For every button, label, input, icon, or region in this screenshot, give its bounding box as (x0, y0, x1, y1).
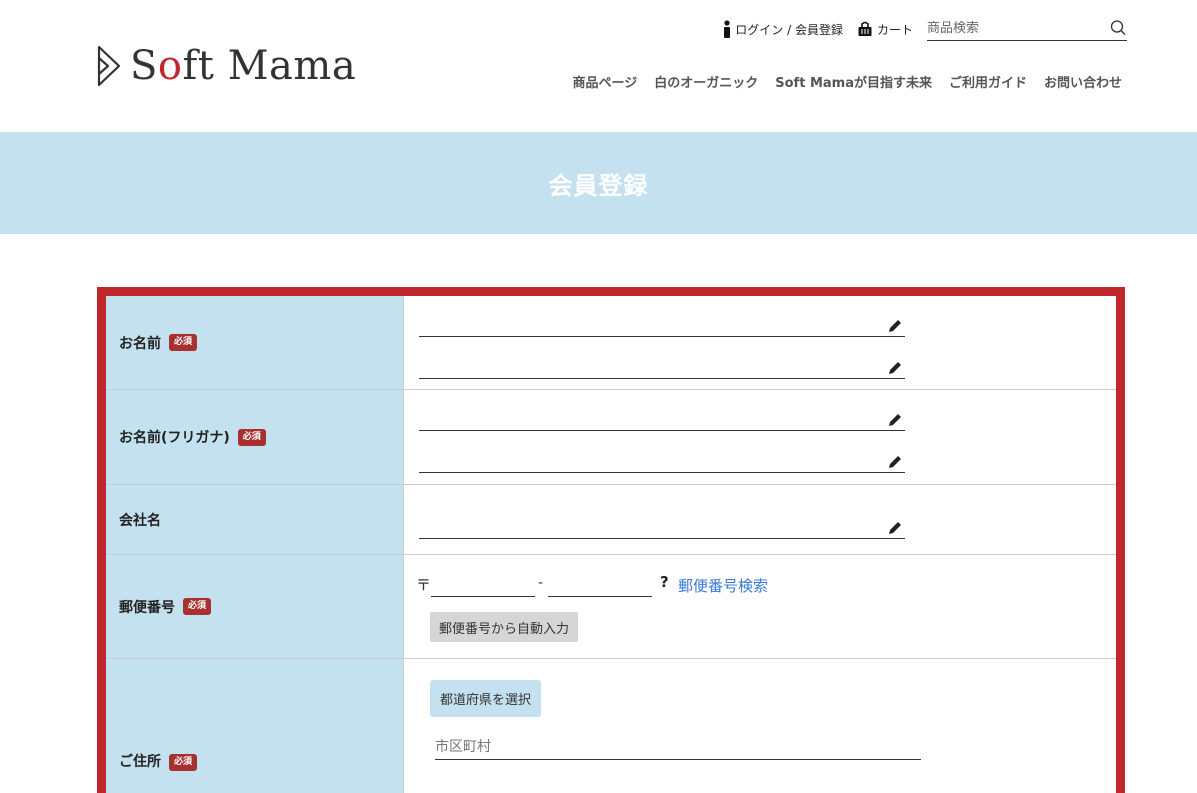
pencil-icon (889, 522, 901, 534)
form-row-address: ご住所 必須 都道府県を選択 (106, 659, 1116, 793)
cart-link[interactable]: カート (857, 21, 913, 38)
nav-item-organic[interactable]: 白のオーガニック (654, 72, 758, 91)
zip-first-wrap (431, 575, 535, 597)
nav-item-guide[interactable]: ご利用ガイド (949, 72, 1027, 91)
zip-first-input[interactable] (431, 575, 535, 595)
zip-search-link[interactable]: 郵便番号検索 (678, 575, 768, 596)
cart-label: カート (876, 22, 913, 37)
pencil-icon (889, 320, 901, 332)
company-field-wrap (419, 517, 905, 539)
zip-second-wrap (548, 575, 652, 597)
row-field (404, 296, 1116, 389)
form-row-name: お名前 必須 (106, 296, 1116, 390)
pencil-icon (889, 456, 901, 468)
zip-dash: - (538, 575, 544, 591)
row-field: 〒 - ? 郵便番号検索 郵便番号から自動入力 (404, 555, 1116, 658)
login-register-link[interactable]: ログイン / 会員登録 (723, 20, 843, 38)
logo-mark-icon (97, 45, 121, 87)
row-label: ご住所 必須 (106, 659, 404, 793)
city-input[interactable] (435, 736, 921, 758)
form-row-company: 会社名 (106, 485, 1116, 555)
company-input[interactable] (419, 518, 879, 538)
utility-bar: ログイン / 会員登録 カート (723, 16, 1127, 42)
required-badge: 必須 (183, 598, 212, 615)
prefecture-select-button[interactable]: 都道府県を選択 (430, 680, 542, 717)
page-banner: 会員登録 (0, 132, 1197, 234)
first-name-field-wrap (419, 357, 905, 379)
zip-second-input[interactable] (548, 575, 652, 595)
nav-item-contact[interactable]: お問い合わせ (1044, 72, 1122, 91)
pencil-icon (889, 414, 901, 426)
search-icon[interactable] (1109, 19, 1127, 37)
global-nav: 商品ページ 白のオーガニック Soft Mamaが目指す未来 ご利用ガイド お問… (555, 72, 1122, 91)
form-row-zip: 郵便番号 必須 〒 - ? 郵便番号検索 郵便番号から自動入力 (106, 555, 1116, 659)
registration-form: お名前 必須 お名前(フリガナ) 必須 会社名 郵便番号 必須 〒 - ? 郵便… (97, 287, 1125, 793)
site-header: Soft Mama ログイン / 会員登録 カート 商品検索 商品ページ 白のオ… (0, 0, 1197, 132)
row-label: 会社名 (106, 485, 404, 554)
last-kana-input[interactable] (419, 410, 879, 430)
postal-mark: 〒 (416, 576, 432, 594)
last-name-field-wrap (419, 315, 905, 337)
zip-autofill-button[interactable]: 郵便番号から自動入力 (430, 612, 579, 642)
search-box (927, 17, 1127, 41)
address-label: ご住所 (119, 754, 161, 770)
first-name-input[interactable] (419, 358, 879, 378)
row-field: 都道府県を選択 (404, 659, 1116, 793)
row-label: お名前(フリガナ) 必須 (106, 390, 404, 484)
nav-item-future[interactable]: Soft Mamaが目指す未来 (775, 72, 932, 91)
login-register-label: ログイン / 会員登録 (735, 22, 843, 37)
person-icon (724, 20, 731, 38)
logo-text: Soft Mama (130, 43, 357, 89)
required-badge: 必須 (237, 428, 266, 446)
kana-label: お名前(フリガナ) (119, 430, 230, 446)
city-field-wrap (435, 736, 921, 760)
nav-item-products[interactable]: 商品ページ (572, 72, 637, 91)
first-kana-field-wrap (419, 451, 905, 473)
row-label: 郵便番号 必須 (106, 555, 404, 658)
first-kana-input[interactable] (419, 452, 879, 472)
last-kana-field-wrap (419, 409, 905, 431)
zip-label: 郵便番号 (119, 599, 175, 616)
required-badge: 必須 (169, 754, 198, 771)
form-row-kana: お名前(フリガナ) 必須 (106, 390, 1116, 485)
cart-icon (858, 21, 872, 36)
pencil-icon (889, 362, 901, 374)
logo[interactable]: Soft Mama (96, 44, 356, 88)
search-input[interactable] (927, 21, 1103, 36)
company-label: 会社名 (119, 512, 161, 529)
row-field (404, 485, 1116, 554)
row-field (404, 390, 1116, 484)
question-icon: ? (660, 573, 669, 591)
last-name-input[interactable] (419, 316, 879, 336)
page-title: 会員登録 (548, 171, 649, 200)
required-badge: 必須 (169, 334, 198, 351)
row-label: お名前 必須 (106, 296, 404, 389)
name-label: お名前 (119, 335, 161, 352)
